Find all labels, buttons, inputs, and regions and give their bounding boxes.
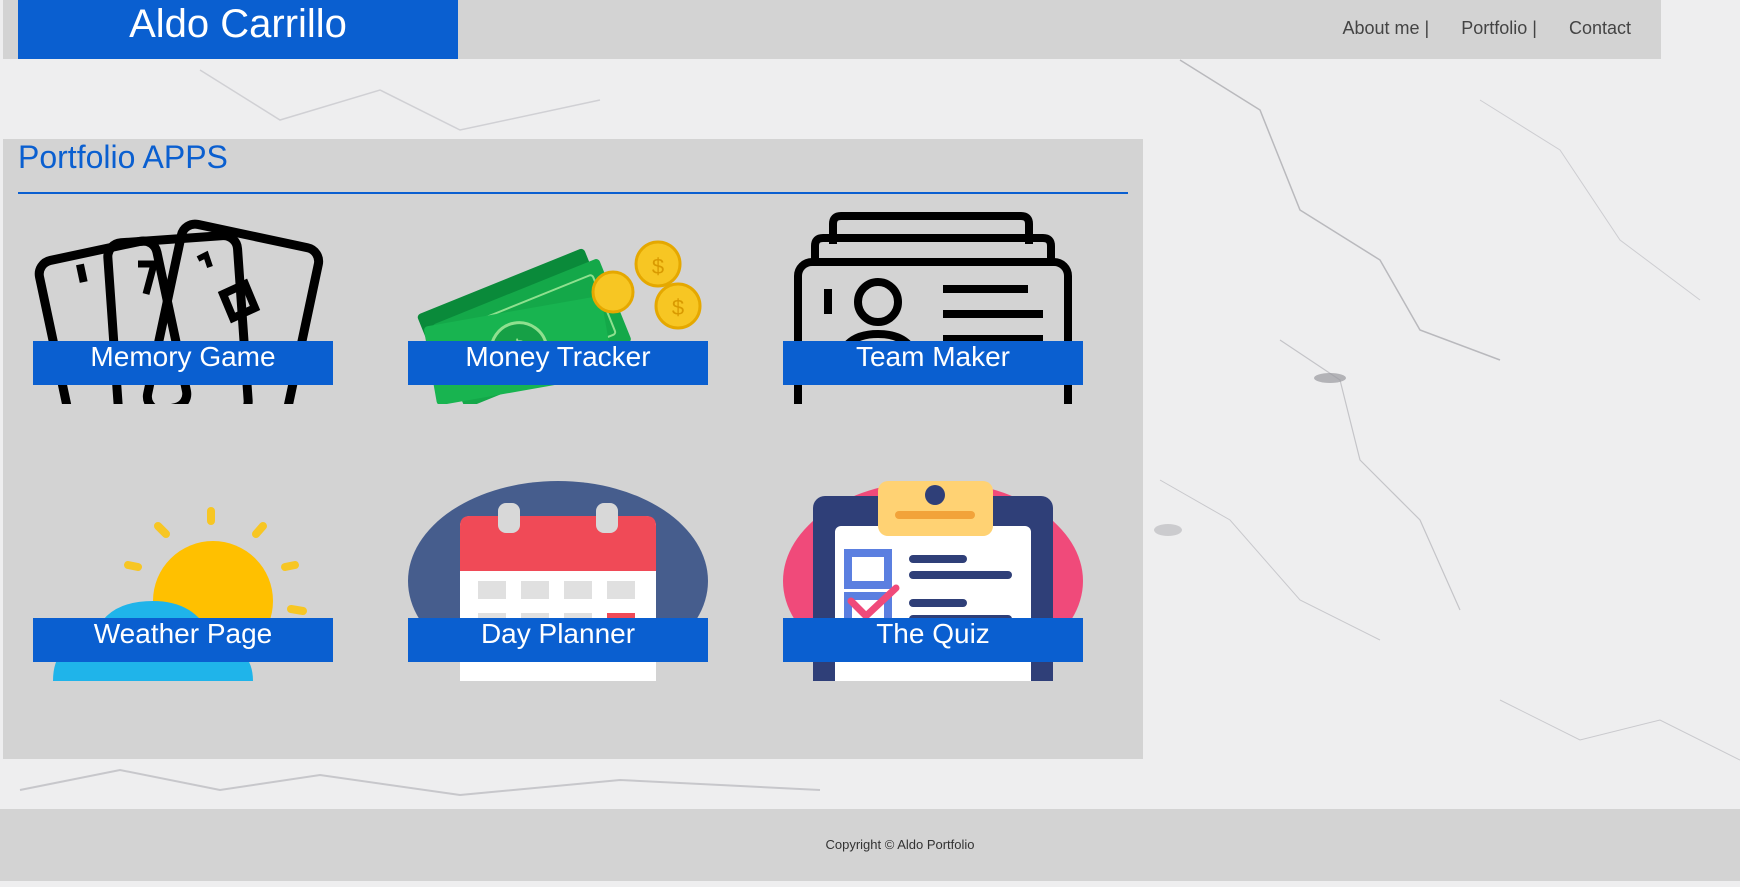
app-card-memory-game[interactable]: Memory Game — [33, 204, 333, 404]
app-card-team-maker[interactable]: Team Maker — [783, 204, 1083, 404]
svg-text:$: $ — [672, 295, 684, 320]
app-label[interactable]: The Quiz — [783, 618, 1083, 662]
title-divider — [18, 192, 1128, 194]
nav-about[interactable]: About me | — [1343, 18, 1430, 39]
app-card-day-planner[interactable]: Day Planner — [408, 481, 708, 681]
portfolio-section: Portfolio APPS Memory Game $ $ Money Tra… — [3, 139, 1143, 759]
app-label[interactable]: Day Planner — [408, 618, 708, 662]
site-footer: Copyright © Aldo Portfolio — [0, 809, 1740, 881]
app-card-money-tracker[interactable]: $ $ $ Money Tracker — [408, 204, 708, 404]
svg-text:$: $ — [652, 254, 664, 279]
app-label[interactable]: Money Tracker — [408, 341, 708, 385]
brand-title[interactable]: Aldo Carrillo — [18, 0, 458, 59]
site-header: Aldo Carrillo About me | Portfolio | Con… — [3, 0, 1661, 59]
app-card-weather-page[interactable]: Weather Page — [33, 481, 333, 681]
main-nav: About me | Portfolio | Contact — [1343, 18, 1632, 39]
app-card-the-quiz[interactable]: The Quiz — [783, 481, 1083, 681]
app-label[interactable]: Team Maker — [783, 341, 1083, 385]
nav-portfolio[interactable]: Portfolio | — [1461, 18, 1537, 39]
app-label[interactable]: Weather Page — [33, 618, 333, 662]
portfolio-title: Portfolio APPS — [18, 139, 228, 175]
nav-contact[interactable]: Contact — [1569, 18, 1631, 39]
app-label[interactable]: Memory Game — [33, 341, 333, 385]
copyright-text: Copyright © Aldo Portfolio — [825, 837, 975, 852]
